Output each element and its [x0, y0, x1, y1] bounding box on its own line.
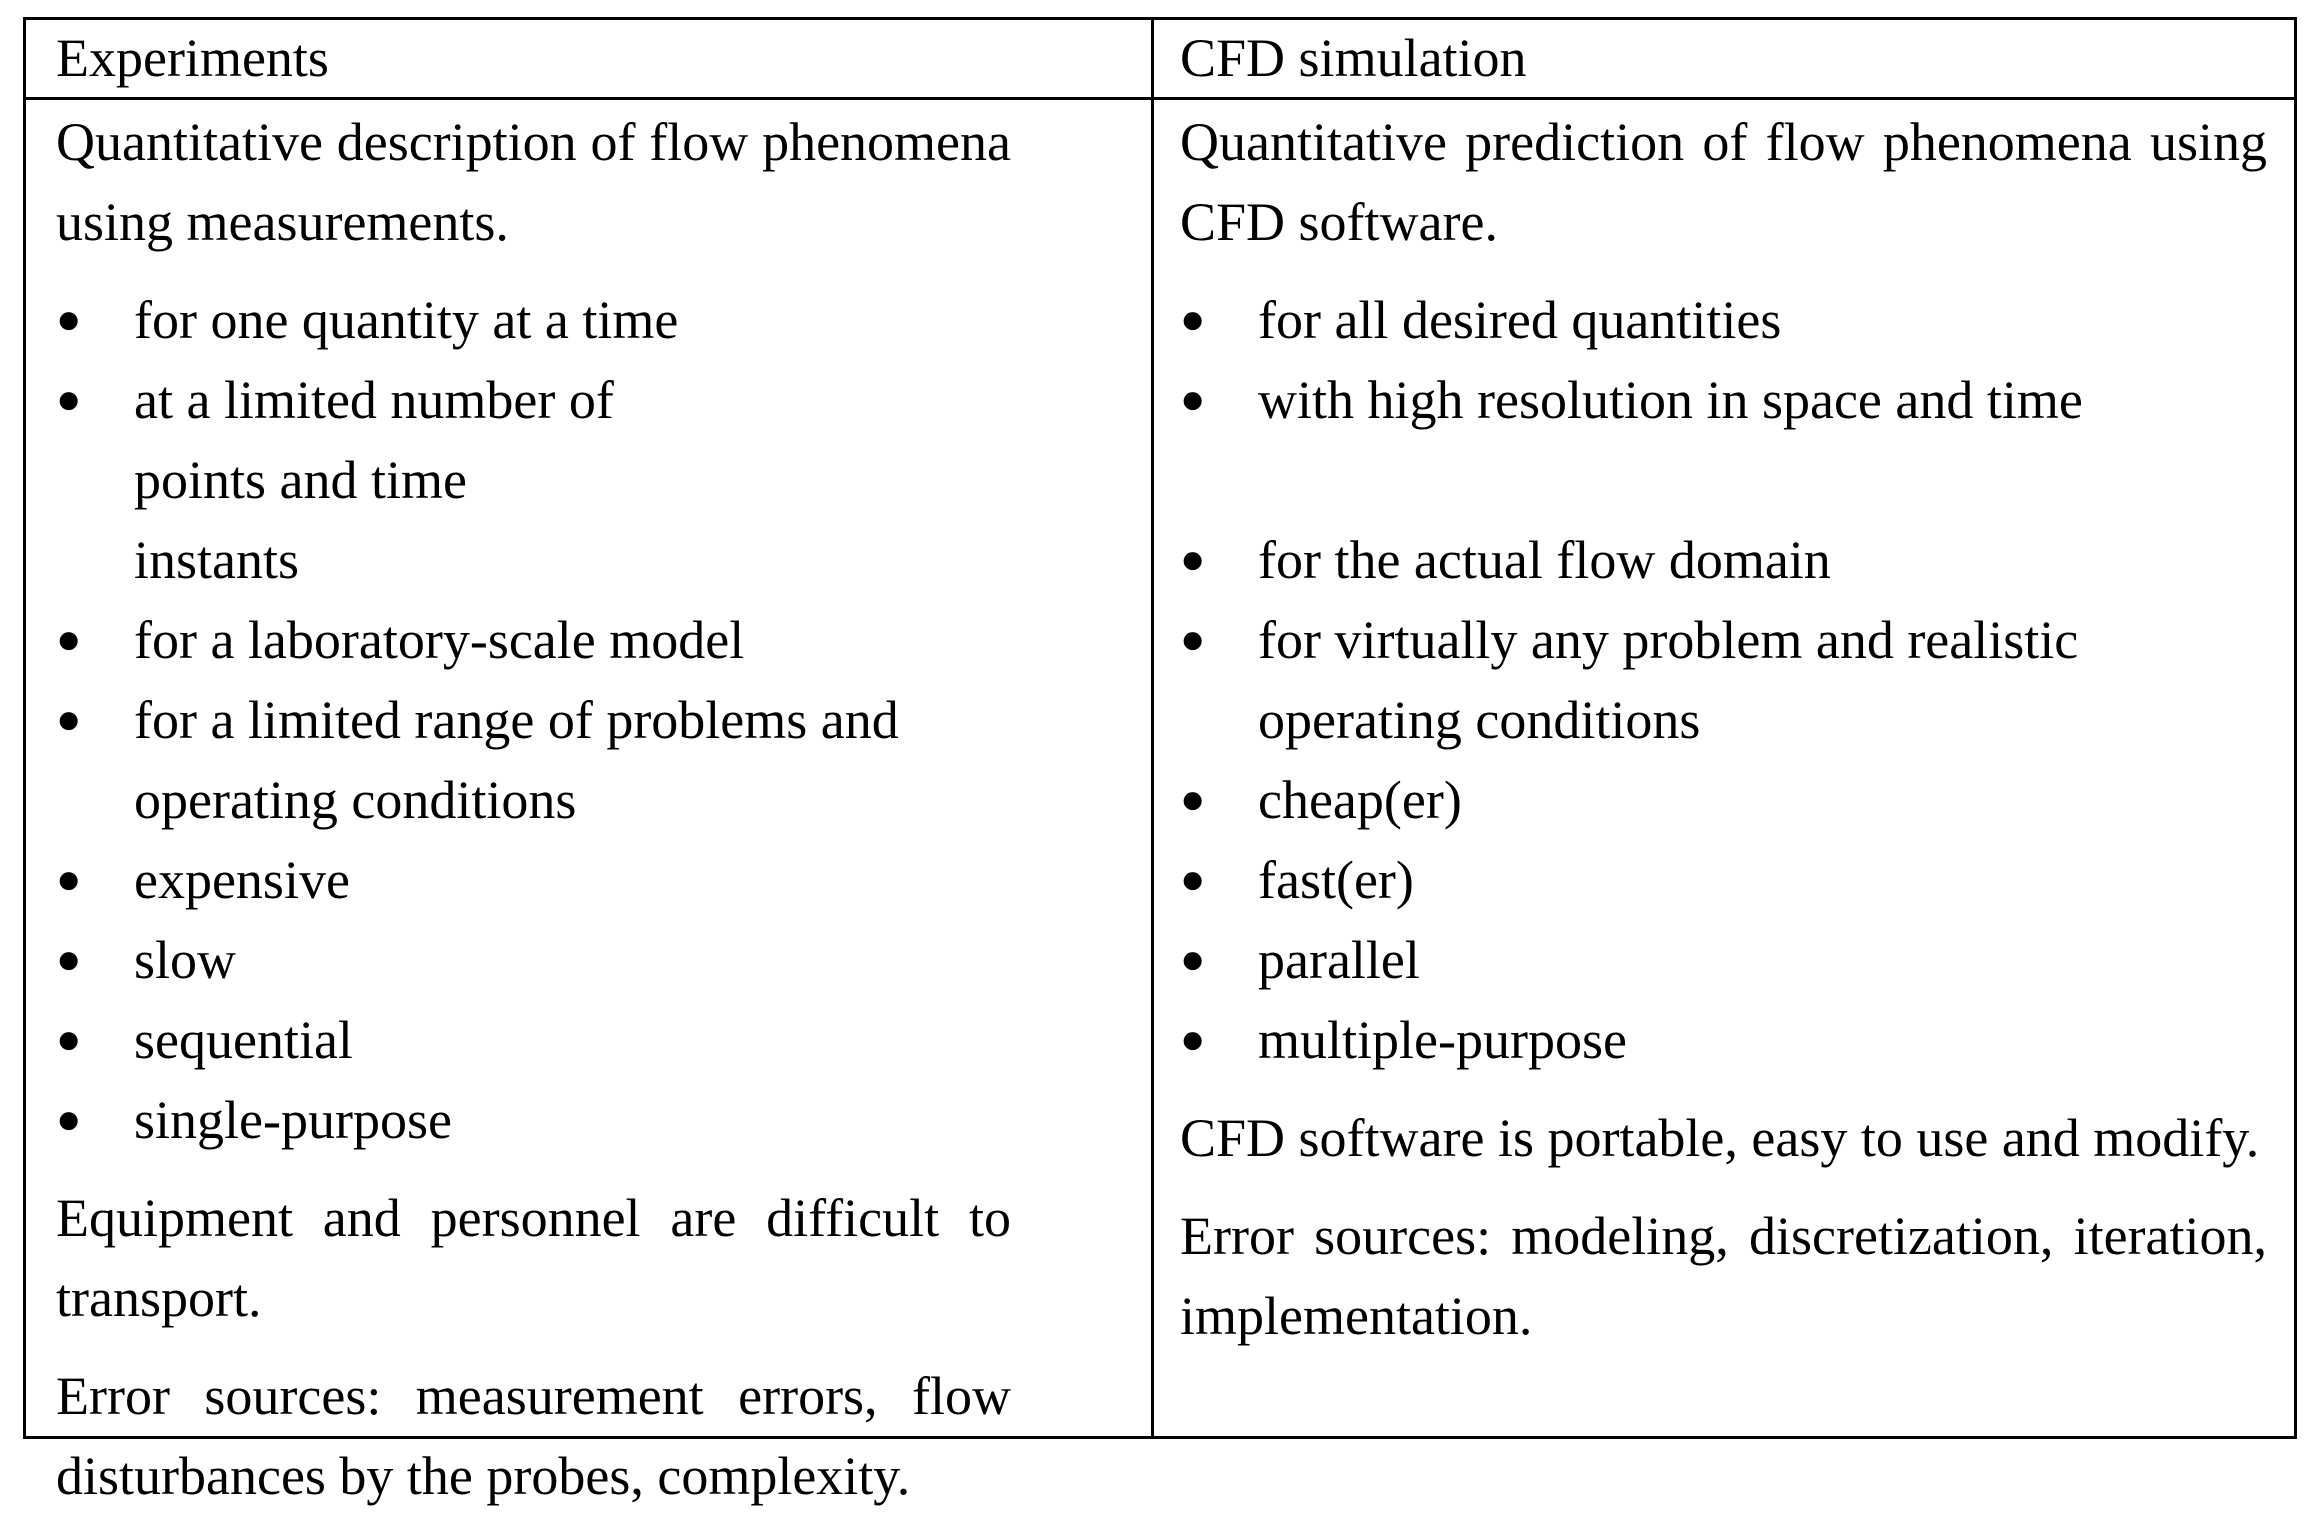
bullet-icon: ●	[1180, 297, 1206, 343]
bullet-icon: ●	[1180, 857, 1206, 903]
list-item-text: for a limited range of problems and oper…	[134, 690, 899, 830]
list-item: ● for a laboratory-scale model	[56, 600, 1011, 680]
list-item: ● parallel	[1180, 920, 2267, 1000]
cfd-cell: Quantitative prediction of flow phenomen…	[1154, 102, 2294, 1356]
experiments-portability: Equipment and personnel are difficult to…	[56, 1188, 1011, 1328]
list-item-text: sequential	[134, 1010, 353, 1070]
list-item-text: expensive	[134, 850, 350, 910]
list-item: ● sequential	[56, 1000, 1011, 1080]
cfd-error-sources: Error sources: modeling, discretization,…	[1180, 1206, 2267, 1346]
bullet-icon: ●	[56, 1017, 82, 1063]
list-item: ● for all desired quantities	[1180, 280, 2267, 360]
bullet-icon: ●	[1180, 377, 1206, 423]
bullet-icon: ●	[56, 297, 82, 343]
bullet-icon: ●	[1180, 777, 1206, 823]
experiments-column: Experiments Quantitative description of …	[26, 20, 1154, 1506]
cfd-bullet-list: ● for all desired quantities ● with high r…	[1180, 280, 2267, 1080]
list-item-text: multiple-purpose	[1258, 1010, 1627, 1070]
list-item: ● single-purpose	[56, 1080, 1011, 1160]
list-item: ● fast(er)	[1180, 840, 2267, 920]
cfd-intro: Quantitative prediction of flow phenomen…	[1180, 112, 2267, 252]
list-item: ● for the actual flow domain	[1180, 520, 2267, 600]
list-item: ● at a limited number of points and time …	[56, 360, 634, 600]
bullet-icon: ●	[56, 937, 82, 983]
experiments-cell: Quantitative description of flow phenome…	[26, 102, 1151, 1516]
list-item: ● for one quantity at a time	[56, 280, 1011, 360]
list-item: ● with high resolution in space and time	[1180, 360, 2267, 440]
list-item-text: at a limited number of points and time i…	[134, 370, 614, 590]
list-item-text: for one quantity at a time	[134, 290, 679, 350]
bullet-icon: ●	[1180, 537, 1206, 583]
experiments-intro: Quantitative description of flow phenome…	[56, 112, 1011, 252]
list-item: ● for a limited range of problems and ope…	[56, 680, 1034, 840]
list-spacer	[1180, 440, 2267, 520]
experiments-bullet-list: ● for one quantity at a time ● at a limite…	[56, 280, 1011, 1160]
column-header-cfd: CFD simulation	[1154, 20, 2294, 100]
list-item-text: for a laboratory-scale model	[134, 610, 745, 670]
list-item-text: with high resolution in space and time	[1258, 370, 2083, 430]
list-item-text: single-purpose	[134, 1090, 452, 1150]
list-item-text: cheap(er)	[1258, 770, 1462, 830]
cfd-portability: CFD software is portable, easy to use an…	[1180, 1108, 2260, 1168]
column-header-experiments: Experiments	[26, 20, 1151, 100]
list-item-text: for all desired quantities	[1258, 290, 1782, 350]
bullet-icon: ●	[56, 697, 82, 743]
list-item-text: parallel	[1258, 930, 1420, 990]
bullet-icon: ●	[1180, 617, 1206, 663]
list-item: ● slow	[56, 920, 1011, 1000]
bullet-icon: ●	[56, 1097, 82, 1143]
list-item-text: for the actual flow domain	[1258, 530, 1831, 590]
bullet-icon: ●	[1180, 937, 1206, 983]
experiments-error-sources: Error sources: measurement errors, flow …	[56, 1366, 1011, 1506]
list-item-text: for virtually any problem and realistic …	[1258, 610, 2079, 750]
comparison-table: Experiments Quantitative description of …	[23, 17, 2297, 1506]
bullet-icon: ●	[56, 857, 82, 903]
list-item-text: fast(er)	[1258, 850, 1414, 910]
cfd-column: CFD simulation Quantitative prediction o…	[1154, 20, 2294, 1436]
list-item: ● for virtually any problem and realistic…	[1180, 600, 2258, 760]
list-item: ● multiple-purpose	[1180, 1000, 2267, 1080]
bullet-icon: ●	[56, 377, 82, 423]
bullet-icon: ●	[1180, 1017, 1206, 1063]
list-item: ● cheap(er)	[1180, 760, 2267, 840]
list-item-text: slow	[134, 930, 237, 990]
list-item: ● expensive	[56, 840, 1011, 920]
bullet-icon: ●	[56, 617, 82, 663]
